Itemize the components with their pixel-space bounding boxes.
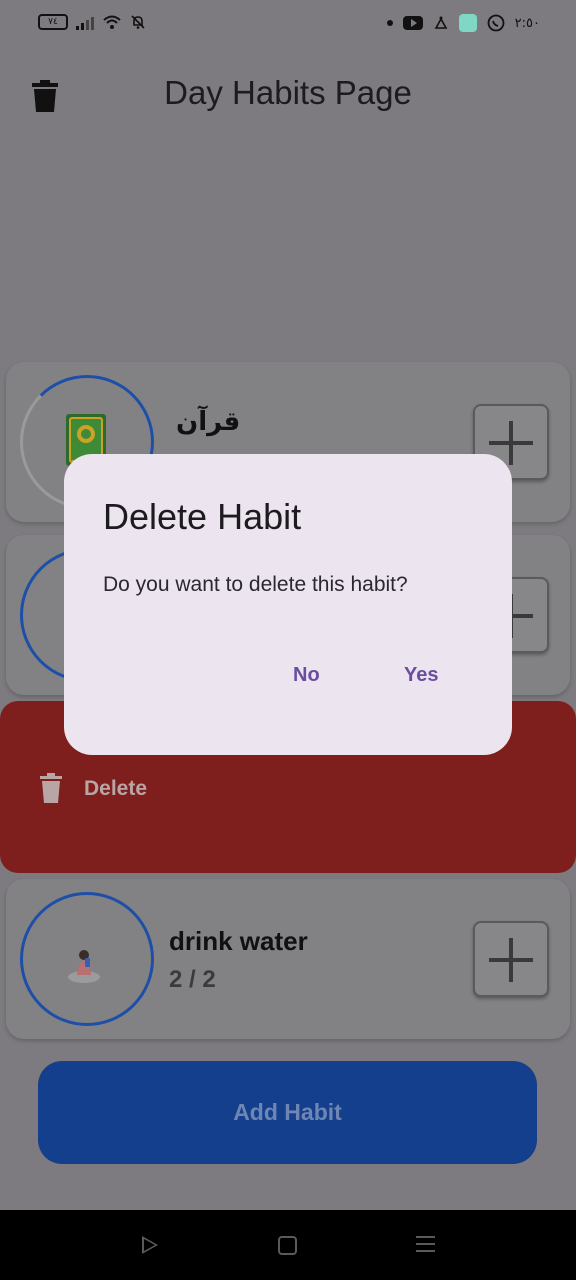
- app-bar: Day Habits Page: [0, 58, 576, 130]
- status-left: ٧٤: [38, 14, 146, 30]
- app-notification-icon: [434, 16, 448, 29]
- status-time: ٢:٥٠: [514, 15, 540, 31]
- dialog-message: Do you want to delete this habit?: [103, 573, 408, 596]
- yes-button[interactable]: Yes: [404, 664, 438, 687]
- wifi-icon: [103, 15, 121, 29]
- delete-habit-dialog: Delete Habit Do you want to delete this …: [64, 454, 512, 755]
- status-right: ٢:٥٠: [386, 14, 540, 32]
- status-bar: ٧٤ ٢:٥٠: [0, 0, 576, 50]
- menu-lines-icon[interactable]: [416, 1236, 435, 1255]
- trash-icon: [40, 773, 62, 803]
- delete-label: Delete: [84, 777, 148, 800]
- no-button[interactable]: No: [293, 664, 320, 687]
- youtube-icon: [402, 16, 423, 30]
- habit-card[interactable]: drink water 2 / 2: [6, 879, 570, 1039]
- drinking-person-icon: [68, 950, 100, 983]
- habit-count: 2 / 2: [169, 966, 216, 993]
- bell-off-icon: [131, 15, 145, 29]
- system-nav-bar: [0, 1210, 576, 1280]
- battery-icon: ٧٤: [38, 14, 68, 30]
- back-triangle-icon[interactable]: [142, 1236, 158, 1254]
- increment-habit-button[interactable]: [473, 921, 549, 997]
- app-square-icon: [458, 14, 477, 32]
- notification-dot-icon: [386, 20, 393, 26]
- home-square-icon[interactable]: [278, 1236, 297, 1255]
- page-title: Day Habits Page: [164, 74, 412, 111]
- habit-name: قرآن: [176, 406, 241, 436]
- dialog-title: Delete Habit: [103, 496, 302, 537]
- habit-name: drink water: [169, 926, 308, 956]
- add-habit-button[interactable]: Add Habit: [38, 1061, 537, 1164]
- whatsapp-icon: [487, 14, 505, 32]
- signal-icon: [76, 14, 94, 30]
